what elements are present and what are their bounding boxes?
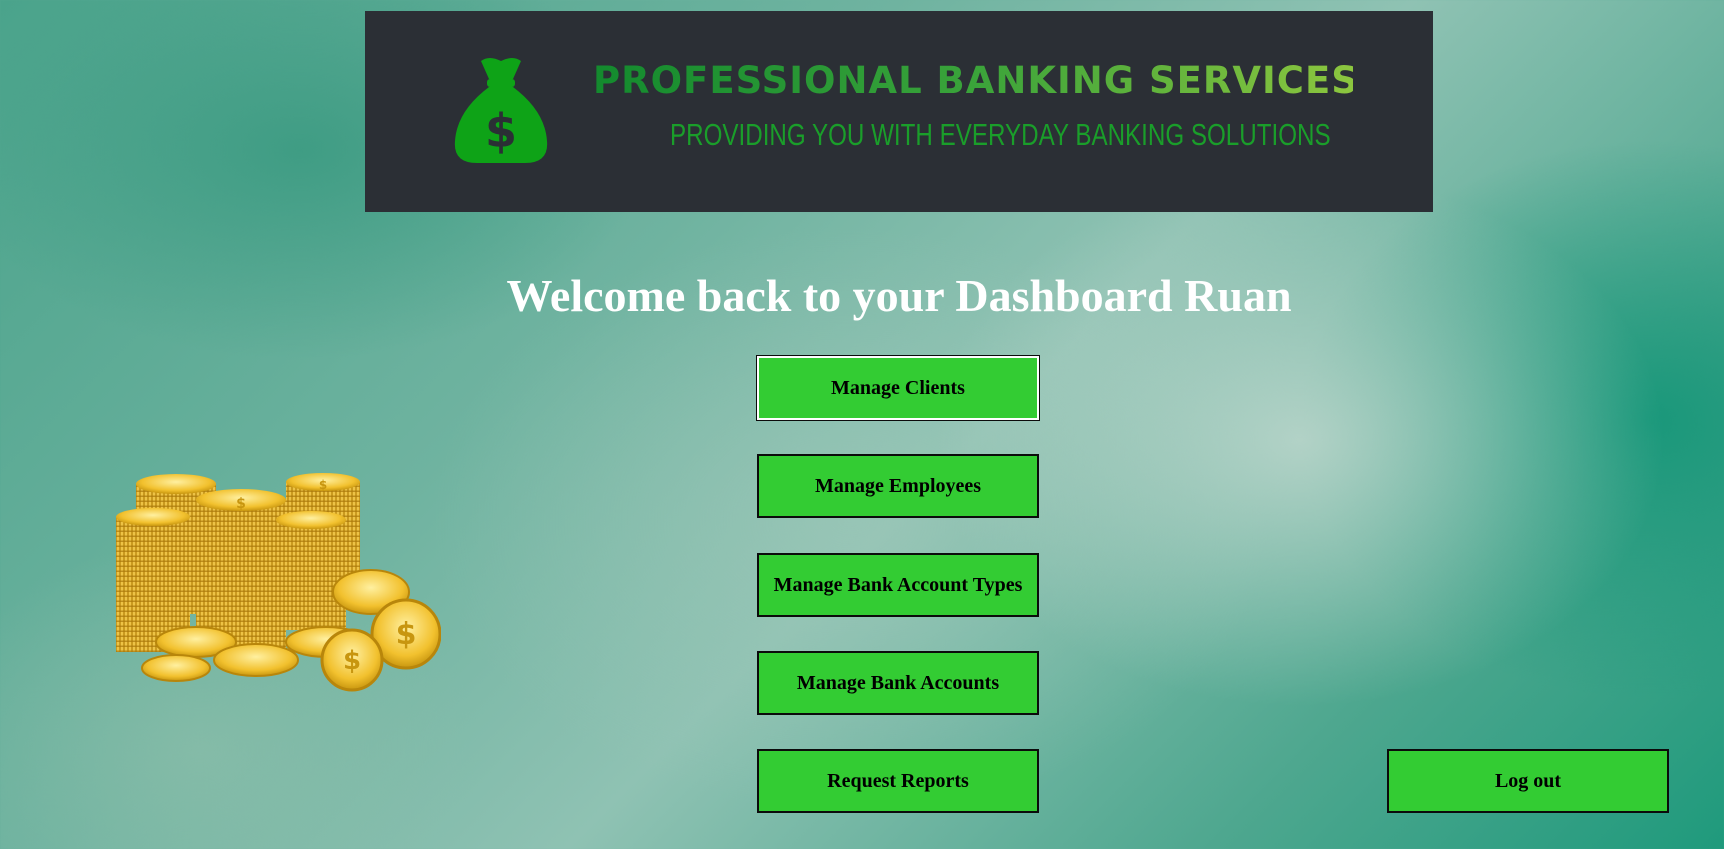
welcome-heading: Welcome back to your Dashboard Ruan (506, 270, 1292, 321)
svg-text:$: $ (343, 646, 361, 676)
manage-employees-button[interactable]: Manage Employees (757, 454, 1039, 518)
svg-text:$: $ (236, 496, 246, 512)
banner-title: PROFESSIONAL BANKING SERVICES (593, 59, 1359, 102)
manage-clients-button[interactable]: Manage Clients (757, 356, 1039, 420)
money-bag-icon: $ (454, 58, 548, 163)
svg-text:$: $ (485, 104, 517, 158)
manage-bank-accounts-button[interactable]: Manage Bank Accounts (757, 651, 1039, 715)
header-banner: $ PROFESSIONAL BANKING SERVICES PROVIDIN… (365, 11, 1433, 212)
request-reports-button[interactable]: Request Reports (757, 749, 1039, 813)
log-out-button[interactable]: Log out (1387, 749, 1669, 813)
gold-coins-image: $ $ $ $ (116, 473, 441, 692)
banner-subtitle: PROVIDING YOU WITH EVERYDAY BANKING SOLU… (670, 117, 1331, 152)
svg-text:$: $ (319, 478, 327, 492)
svg-text:$: $ (396, 617, 417, 652)
manage-account-types-button[interactable]: Manage Bank Account Types (757, 553, 1039, 617)
